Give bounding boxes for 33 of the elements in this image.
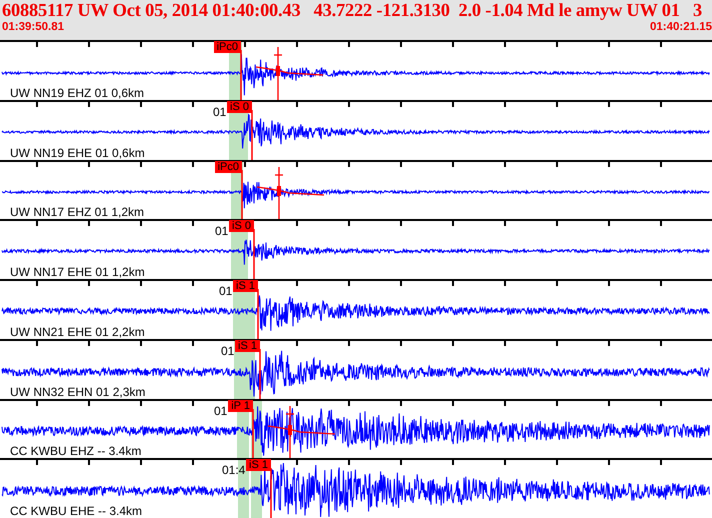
pick-flag[interactable]: iS 1 [235, 340, 260, 352]
time-label: 01 [214, 404, 228, 418]
pick-line[interactable] [259, 348, 261, 398]
pick-line[interactable] [270, 468, 272, 518]
pick-flag[interactable]: iS 0 [229, 220, 254, 232]
pick-line[interactable] [257, 289, 259, 339]
pick-line[interactable] [251, 110, 253, 160]
channel-label: UW NN19 EHE 01 0,6km [10, 146, 145, 160]
channel-label: UW NN19 EHZ 01 0,6km [10, 86, 144, 100]
time-label: 01 [213, 106, 226, 119]
channel-label: UW NN32 EHN 01 2,3km [10, 386, 146, 398]
channel-label: CC KWBU EHE -- 3.4km [10, 505, 142, 518]
pick-line[interactable] [252, 408, 254, 458]
pick-flag[interactable]: iP 1 [228, 400, 253, 412]
time-label: 01 [221, 344, 234, 358]
pick-flag[interactable]: iS 1 [246, 459, 271, 472]
channel-label: CC KWBU EHZ -- 3.4km [10, 445, 142, 458]
pick-line[interactable] [240, 50, 242, 100]
pick-flag[interactable]: iPc0 [214, 160, 242, 172]
channel-label: UW NN21 EHE 01 2,2km [10, 326, 145, 339]
end-time: 01:40:21.15 [650, 21, 712, 34]
event-title: 60885117 UW Oct 05, 2014 01:40:00.43 43.7222 -121.3130 2.0 -1.04 Md le amyw UW 01 3 [2, 0, 703, 21]
pick-flag[interactable]: iPc0 [214, 41, 241, 53]
pick-line[interactable] [253, 229, 255, 279]
pick-line[interactable] [241, 170, 243, 220]
start-time: 01:39:50.81 [2, 21, 64, 34]
time-label: 01:4 [222, 464, 246, 478]
channel-label: UW NN17 EHE 01 1,2km [10, 266, 145, 279]
pick-flag[interactable]: iS 0 [227, 100, 252, 113]
pick-flag[interactable]: iS 1 [233, 280, 258, 292]
time-label: 01 [219, 285, 232, 298]
channel-label: UW NN17 EHZ 01 1,2km [10, 206, 144, 220]
time-label: 01 [215, 225, 228, 238]
